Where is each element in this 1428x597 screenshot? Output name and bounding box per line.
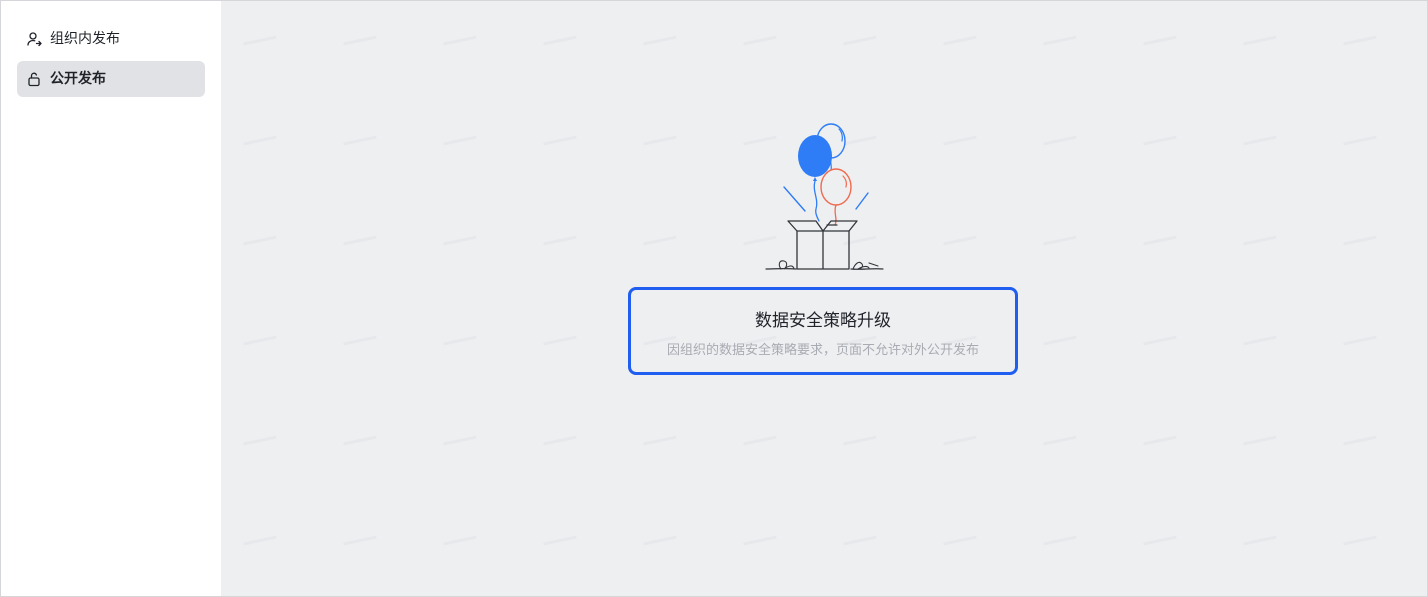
policy-description: 因组织的数据安全策略要求，页面不允许对外公开发布 bbox=[666, 343, 979, 358]
watermark-mark bbox=[1343, 535, 1377, 546]
policy-message-box: 数据安全策略升级 因组织的数据安全策略要求，页面不允许对外公开发布 bbox=[628, 287, 1018, 375]
watermark-mark bbox=[1243, 135, 1277, 146]
watermark-mark bbox=[343, 35, 377, 46]
app-window: 组织内发布 公开发布 数据安全策略升级 因组织的数据安全策略要求，页面不允许对外… bbox=[0, 0, 1428, 597]
watermark-mark bbox=[1143, 535, 1177, 546]
watermark-mark bbox=[643, 535, 677, 546]
watermark-mark bbox=[943, 435, 977, 446]
watermark-mark bbox=[1143, 335, 1177, 346]
watermark-mark bbox=[243, 35, 277, 46]
watermark-mark bbox=[543, 535, 577, 546]
balloons-gift-box-illustration bbox=[765, 119, 889, 275]
watermark-mark bbox=[543, 235, 577, 246]
watermark-mark bbox=[1243, 35, 1277, 46]
watermark-mark bbox=[1343, 235, 1377, 246]
sidebar-item-label: 公开发布 bbox=[50, 71, 106, 87]
watermark-mark bbox=[443, 35, 477, 46]
policy-title: 数据安全策略升级 bbox=[755, 311, 891, 331]
watermark-mark bbox=[543, 35, 577, 46]
unlock-icon bbox=[26, 71, 42, 87]
watermark-mark bbox=[943, 235, 977, 246]
watermark-mark bbox=[343, 135, 377, 146]
watermark-mark bbox=[1243, 435, 1277, 446]
watermark-mark bbox=[1043, 535, 1077, 546]
sidebar-item-label: 组织内发布 bbox=[50, 31, 120, 47]
watermark-mark bbox=[443, 435, 477, 446]
sidebar-item-public-publish[interactable]: 公开发布 bbox=[17, 61, 205, 97]
watermark-mark bbox=[1343, 335, 1377, 346]
watermark-mark bbox=[1043, 435, 1077, 446]
watermark-mark bbox=[343, 235, 377, 246]
watermark-mark bbox=[643, 435, 677, 446]
watermark-mark bbox=[1143, 135, 1177, 146]
watermark-mark bbox=[1243, 535, 1277, 546]
watermark-mark bbox=[1143, 435, 1177, 446]
watermark-mark bbox=[443, 235, 477, 246]
watermark-mark bbox=[543, 335, 577, 346]
watermark-mark bbox=[743, 35, 777, 46]
sidebar: 组织内发布 公开发布 bbox=[1, 1, 221, 596]
watermark-mark bbox=[943, 35, 977, 46]
watermark-mark bbox=[1043, 35, 1077, 46]
watermark-mark bbox=[443, 335, 477, 346]
main-content: 数据安全策略升级 因组织的数据安全策略要求，页面不允许对外公开发布 bbox=[221, 1, 1427, 596]
watermark-mark bbox=[243, 135, 277, 146]
watermark-mark bbox=[243, 235, 277, 246]
watermark-mark bbox=[1343, 35, 1377, 46]
watermark-mark bbox=[643, 35, 677, 46]
watermark-mark bbox=[943, 135, 977, 146]
watermark-mark bbox=[443, 135, 477, 146]
watermark-mark bbox=[1143, 35, 1177, 46]
watermark-mark bbox=[743, 535, 777, 546]
watermark-mark bbox=[843, 35, 877, 46]
watermark-mark bbox=[443, 535, 477, 546]
watermark-mark bbox=[1043, 335, 1077, 346]
watermark-mark bbox=[1043, 135, 1077, 146]
watermark-mark bbox=[1343, 135, 1377, 146]
watermark-mark bbox=[243, 435, 277, 446]
watermark-mark bbox=[843, 535, 877, 546]
watermark-mark bbox=[543, 435, 577, 446]
watermark-mark bbox=[643, 235, 677, 246]
watermark-mark bbox=[1343, 435, 1377, 446]
watermark-mark bbox=[543, 135, 577, 146]
watermark-mark bbox=[243, 535, 277, 546]
watermark-mark bbox=[1143, 235, 1177, 246]
watermark-mark bbox=[343, 535, 377, 546]
watermark-mark bbox=[243, 335, 277, 346]
watermark-mark bbox=[643, 135, 677, 146]
user-share-icon bbox=[26, 31, 42, 47]
watermark-mark bbox=[1043, 235, 1077, 246]
watermark-mark bbox=[1243, 235, 1277, 246]
watermark-mark bbox=[343, 335, 377, 346]
sidebar-item-internal-publish[interactable]: 组织内发布 bbox=[17, 21, 205, 57]
watermark-mark bbox=[843, 435, 877, 446]
watermark-mark bbox=[943, 535, 977, 546]
watermark-mark bbox=[743, 435, 777, 446]
watermark-mark bbox=[343, 435, 377, 446]
watermark-mark bbox=[1243, 335, 1277, 346]
